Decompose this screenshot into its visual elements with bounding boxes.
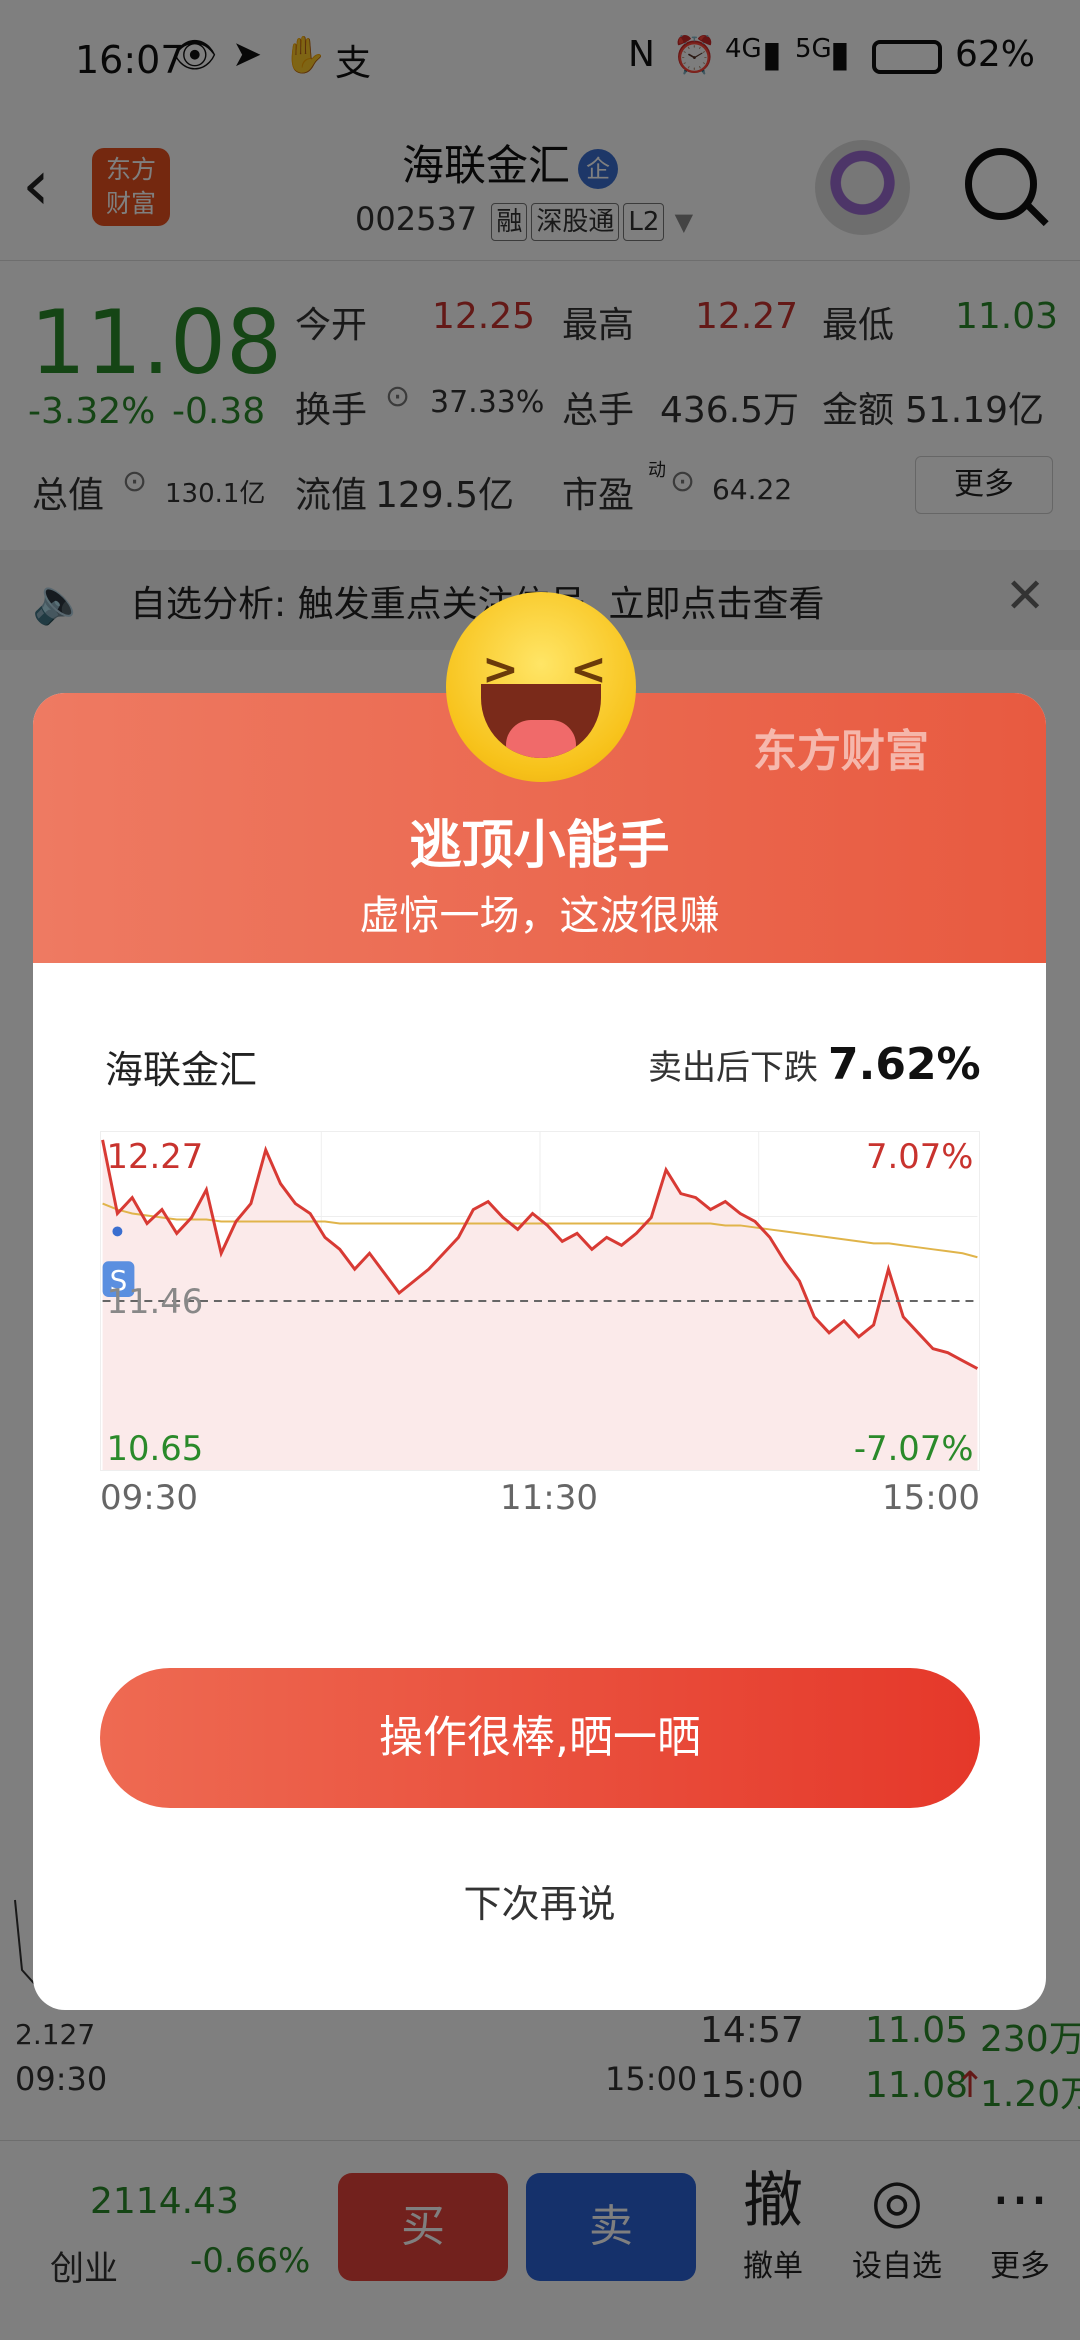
sell-point (112, 1226, 123, 1237)
y-label-mid: 11.46 (107, 1282, 204, 1321)
x-tick-start: 09:30 (100, 1478, 198, 1518)
intraday-chart: S 12.27 11.46 10.65 7.07% -7.07% (100, 1131, 980, 1471)
y-label-top: 12.27 (107, 1137, 204, 1176)
modal-title: 逃顶小能手 (409, 816, 670, 876)
emoji-mouth (481, 684, 601, 758)
brand-watermark: 东方财富 (753, 726, 929, 777)
y-label-bottom: 10.65 (107, 1429, 204, 1468)
later-button[interactable]: 下次再说 (33, 1873, 1046, 1928)
modal-stock-name: 海联金汇 (105, 1048, 258, 1092)
x-tick-end: 15:00 (882, 1478, 980, 1518)
pct-label-bottom: -7.07% (854, 1429, 974, 1468)
x-tick-mid: 11:30 (500, 1478, 598, 1518)
drop-after-sell: 卖出后下跌 7.62% (648, 1039, 981, 1090)
pct-label-top: 7.07% (866, 1137, 973, 1176)
modal-subtitle: 虚惊一场，这波很赚 (359, 893, 720, 939)
share-button[interactable]: 操作很棒,晒一晒 (100, 1668, 980, 1808)
drop-value: 7.62% (828, 1039, 981, 1090)
laughing-emoji-icon: > < (446, 592, 636, 782)
drop-label: 卖出后下跌 (648, 1048, 818, 1088)
achievement-modal: 东方财富 逃顶小能手 虚惊一场，这波很赚 海联金汇 卖出后下跌 7.62% S 1… (33, 693, 1046, 2010)
